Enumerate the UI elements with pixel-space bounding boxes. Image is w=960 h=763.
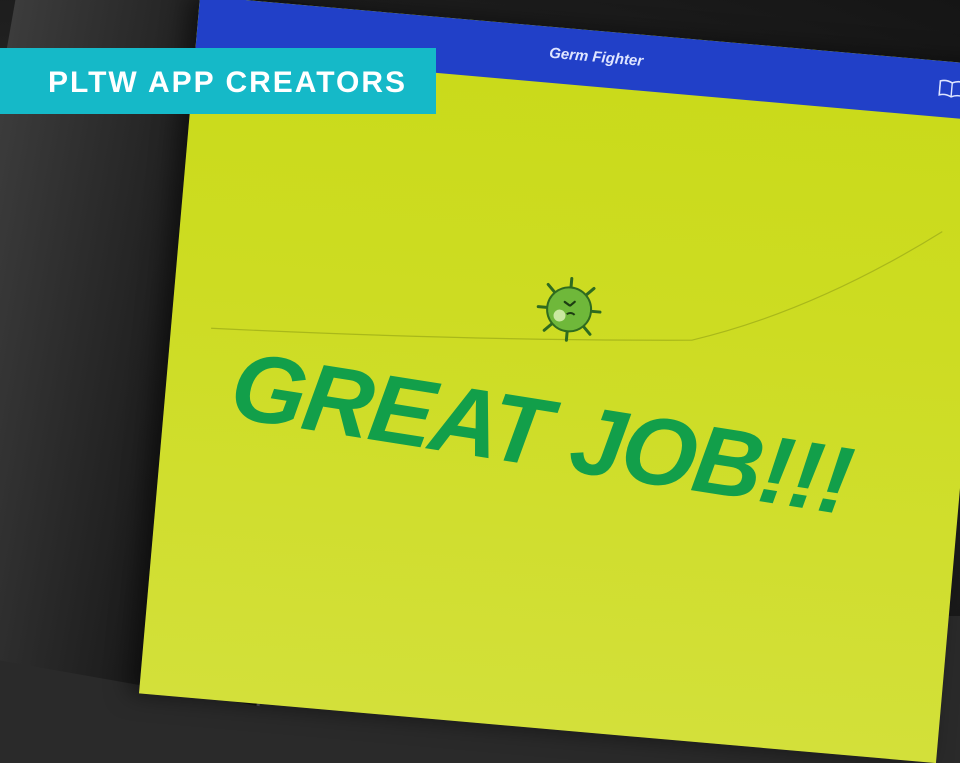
banner-text: PLTW APP CREATORS bbox=[48, 66, 408, 99]
tablet-screen: Germ Fighter GREAT JOB!!! bbox=[138, 0, 960, 763]
germ-icon[interactable] bbox=[531, 271, 607, 347]
pltw-banner: PLTW APP CREATORS bbox=[0, 48, 436, 114]
